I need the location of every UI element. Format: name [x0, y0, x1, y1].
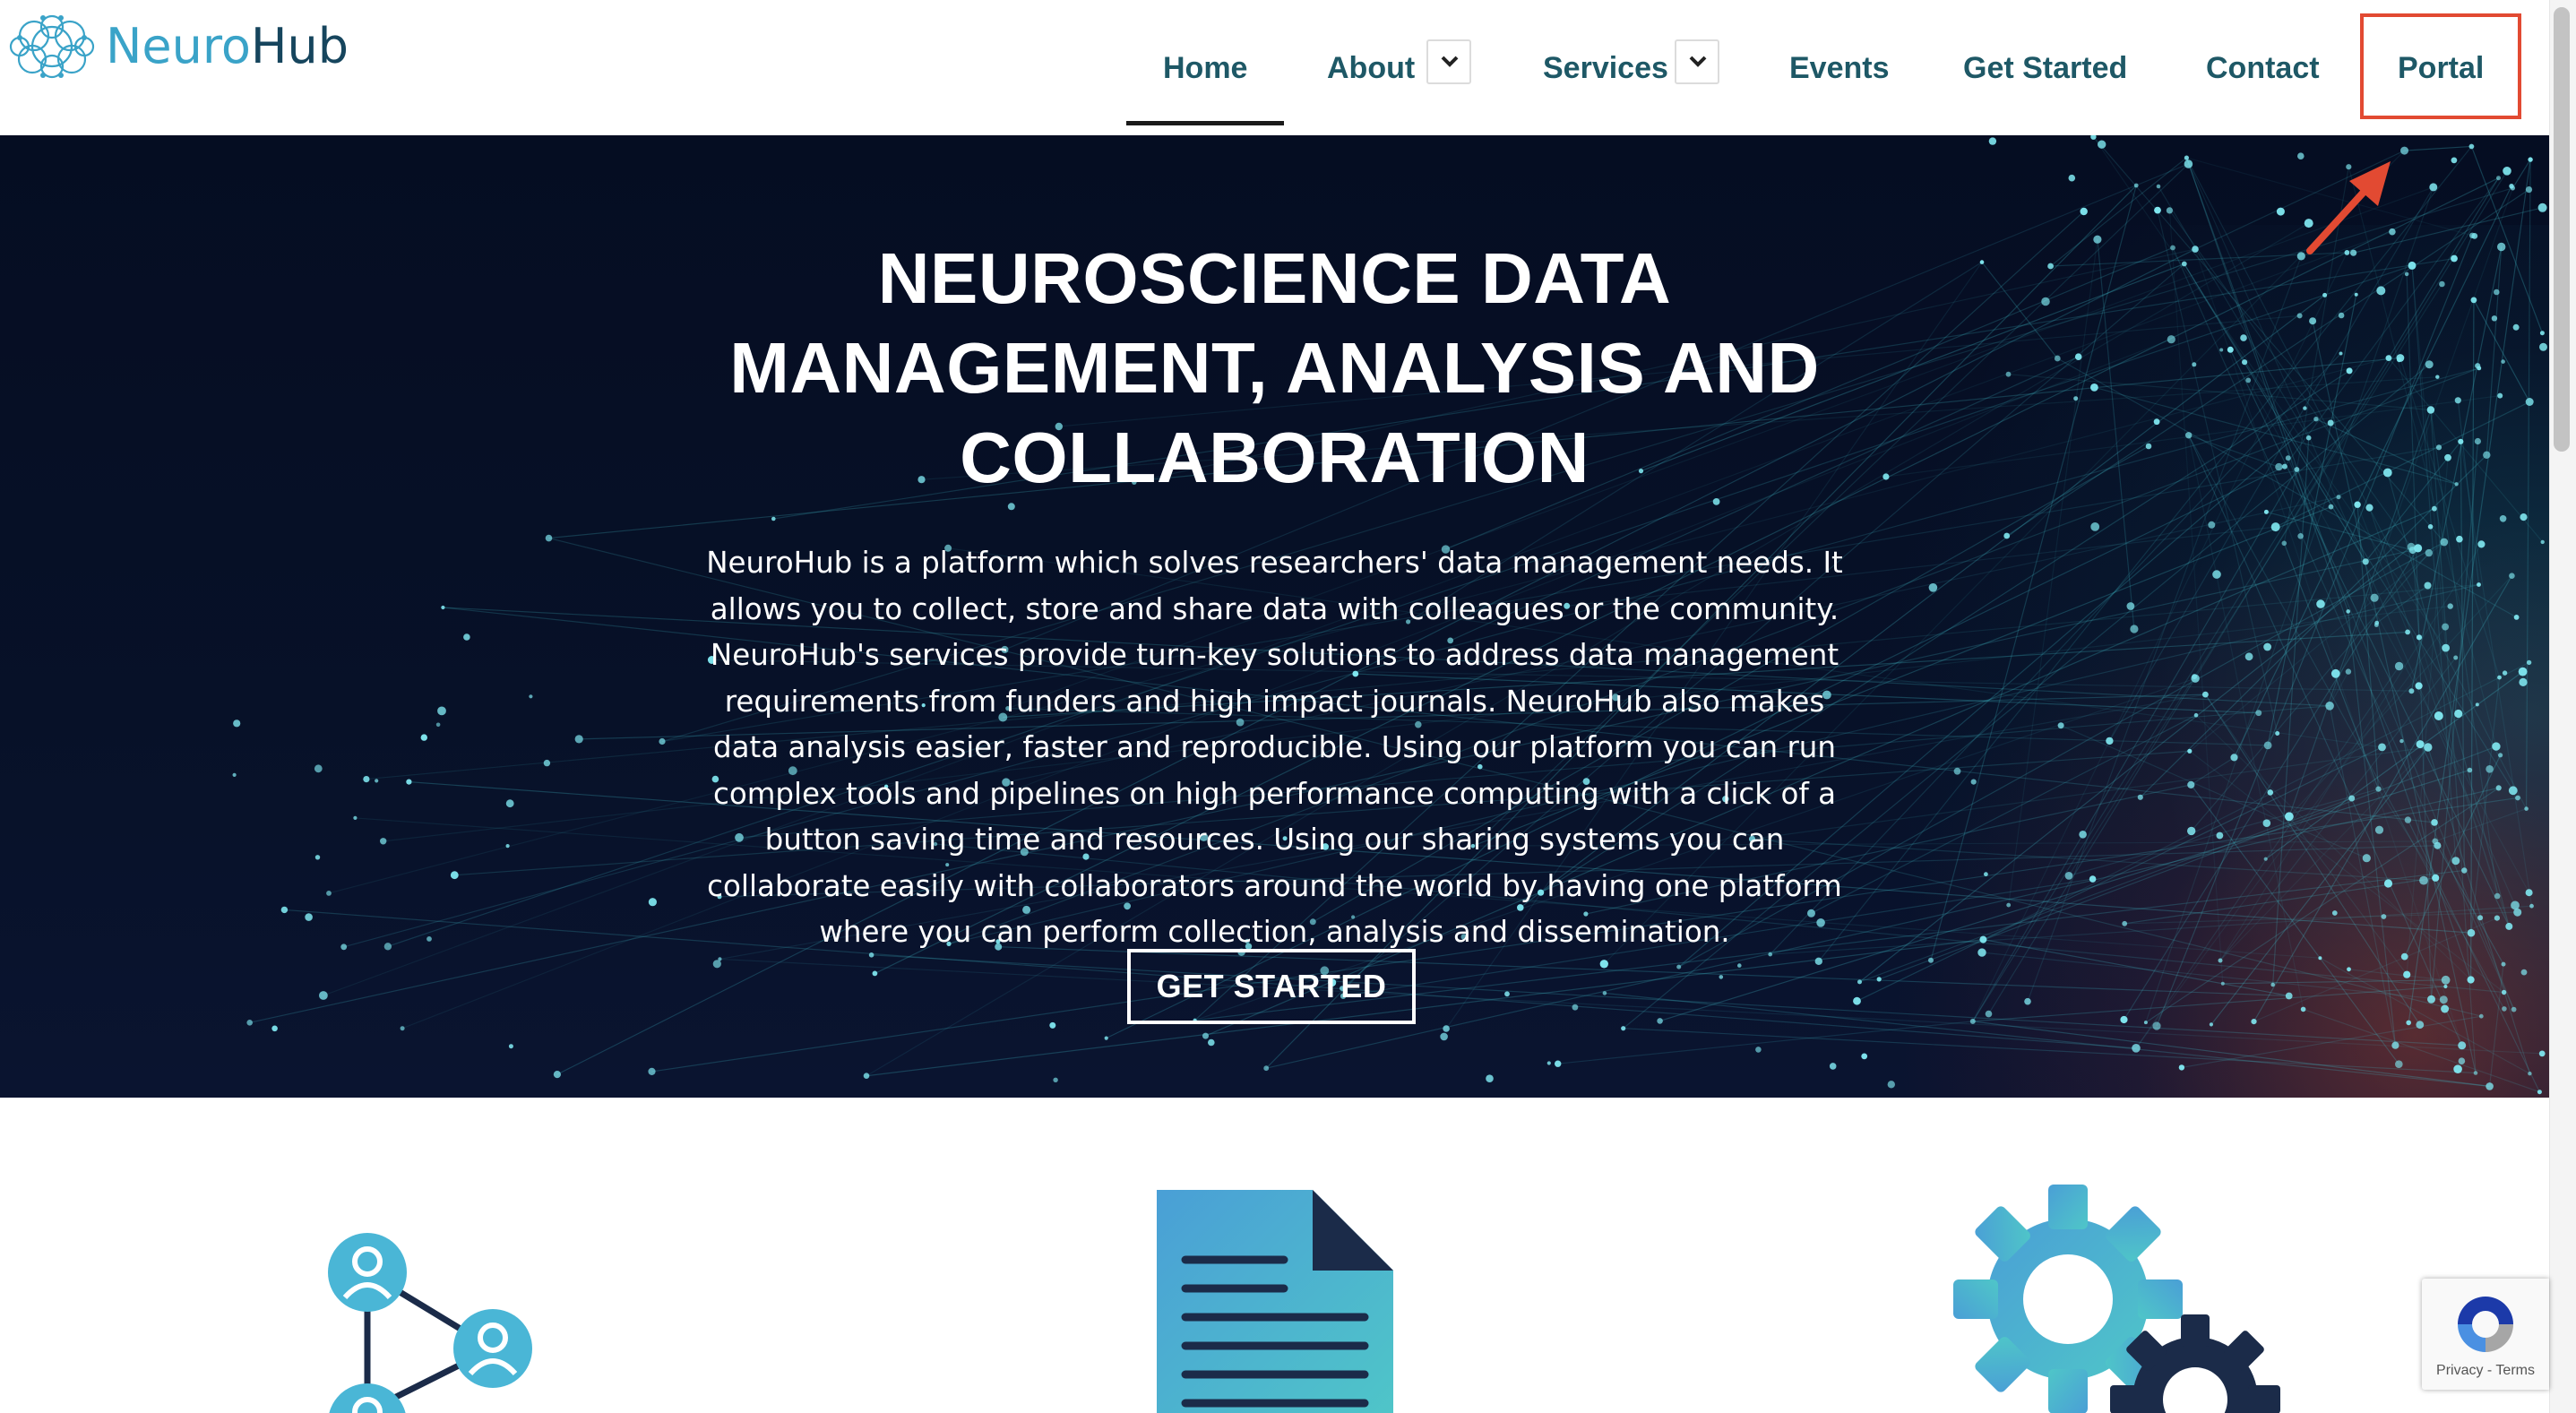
recaptcha-icon	[2458, 1297, 2513, 1352]
gears-icon	[1953, 1185, 2280, 1413]
recaptcha-badge[interactable]: Privacy - Terms	[2422, 1279, 2549, 1390]
hero-title-line: MANAGEMENT, ANALYSIS AND	[729, 328, 1820, 408]
active-nav-indicator	[1126, 121, 1284, 125]
hero-title-line: NEUROSCIENCE DATA	[877, 238, 1672, 318]
hero-title-line: COLLABORATION	[960, 418, 1590, 497]
document-icon	[1157, 1190, 1393, 1413]
portal-highlight-box	[2360, 13, 2521, 119]
site-header: NeuroHub Home About Services Events Get …	[0, 0, 2549, 135]
nav-item-about[interactable]: About	[1327, 41, 1415, 95]
get-started-button[interactable]: GET STARTED	[1127, 949, 1416, 1024]
about-dropdown-toggle[interactable]	[1426, 39, 1471, 84]
nav-item-home[interactable]: Home	[1163, 41, 1247, 95]
main-nav: Home About Services Events Get Started C…	[0, 0, 2549, 135]
hero-section: NEUROSCIENCE DATA MANAGEMENT, ANALYSIS A…	[0, 135, 2549, 1098]
annotation-arrow-icon	[2306, 161, 2391, 254]
nav-item-services[interactable]: Services	[1543, 41, 1668, 95]
collaboration-network-icon	[328, 1233, 532, 1413]
nav-item-contact[interactable]: Contact	[2206, 41, 2320, 95]
scrollbar-thumb[interactable]	[2554, 7, 2570, 452]
chevron-down-icon	[1689, 56, 1707, 67]
services-dropdown-toggle[interactable]	[1675, 39, 1719, 84]
chevron-down-icon	[1441, 56, 1459, 67]
nav-item-get-started[interactable]: Get Started	[1963, 41, 2127, 95]
hero-title: NEUROSCIENCE DATA MANAGEMENT, ANALYSIS A…	[627, 234, 1922, 503]
nav-item-events[interactable]: Events	[1789, 41, 1890, 95]
hero-description: NeuroHub is a platform which solves rese…	[706, 546, 1843, 949]
recaptcha-links[interactable]: Privacy - Terms	[2422, 1363, 2549, 1379]
